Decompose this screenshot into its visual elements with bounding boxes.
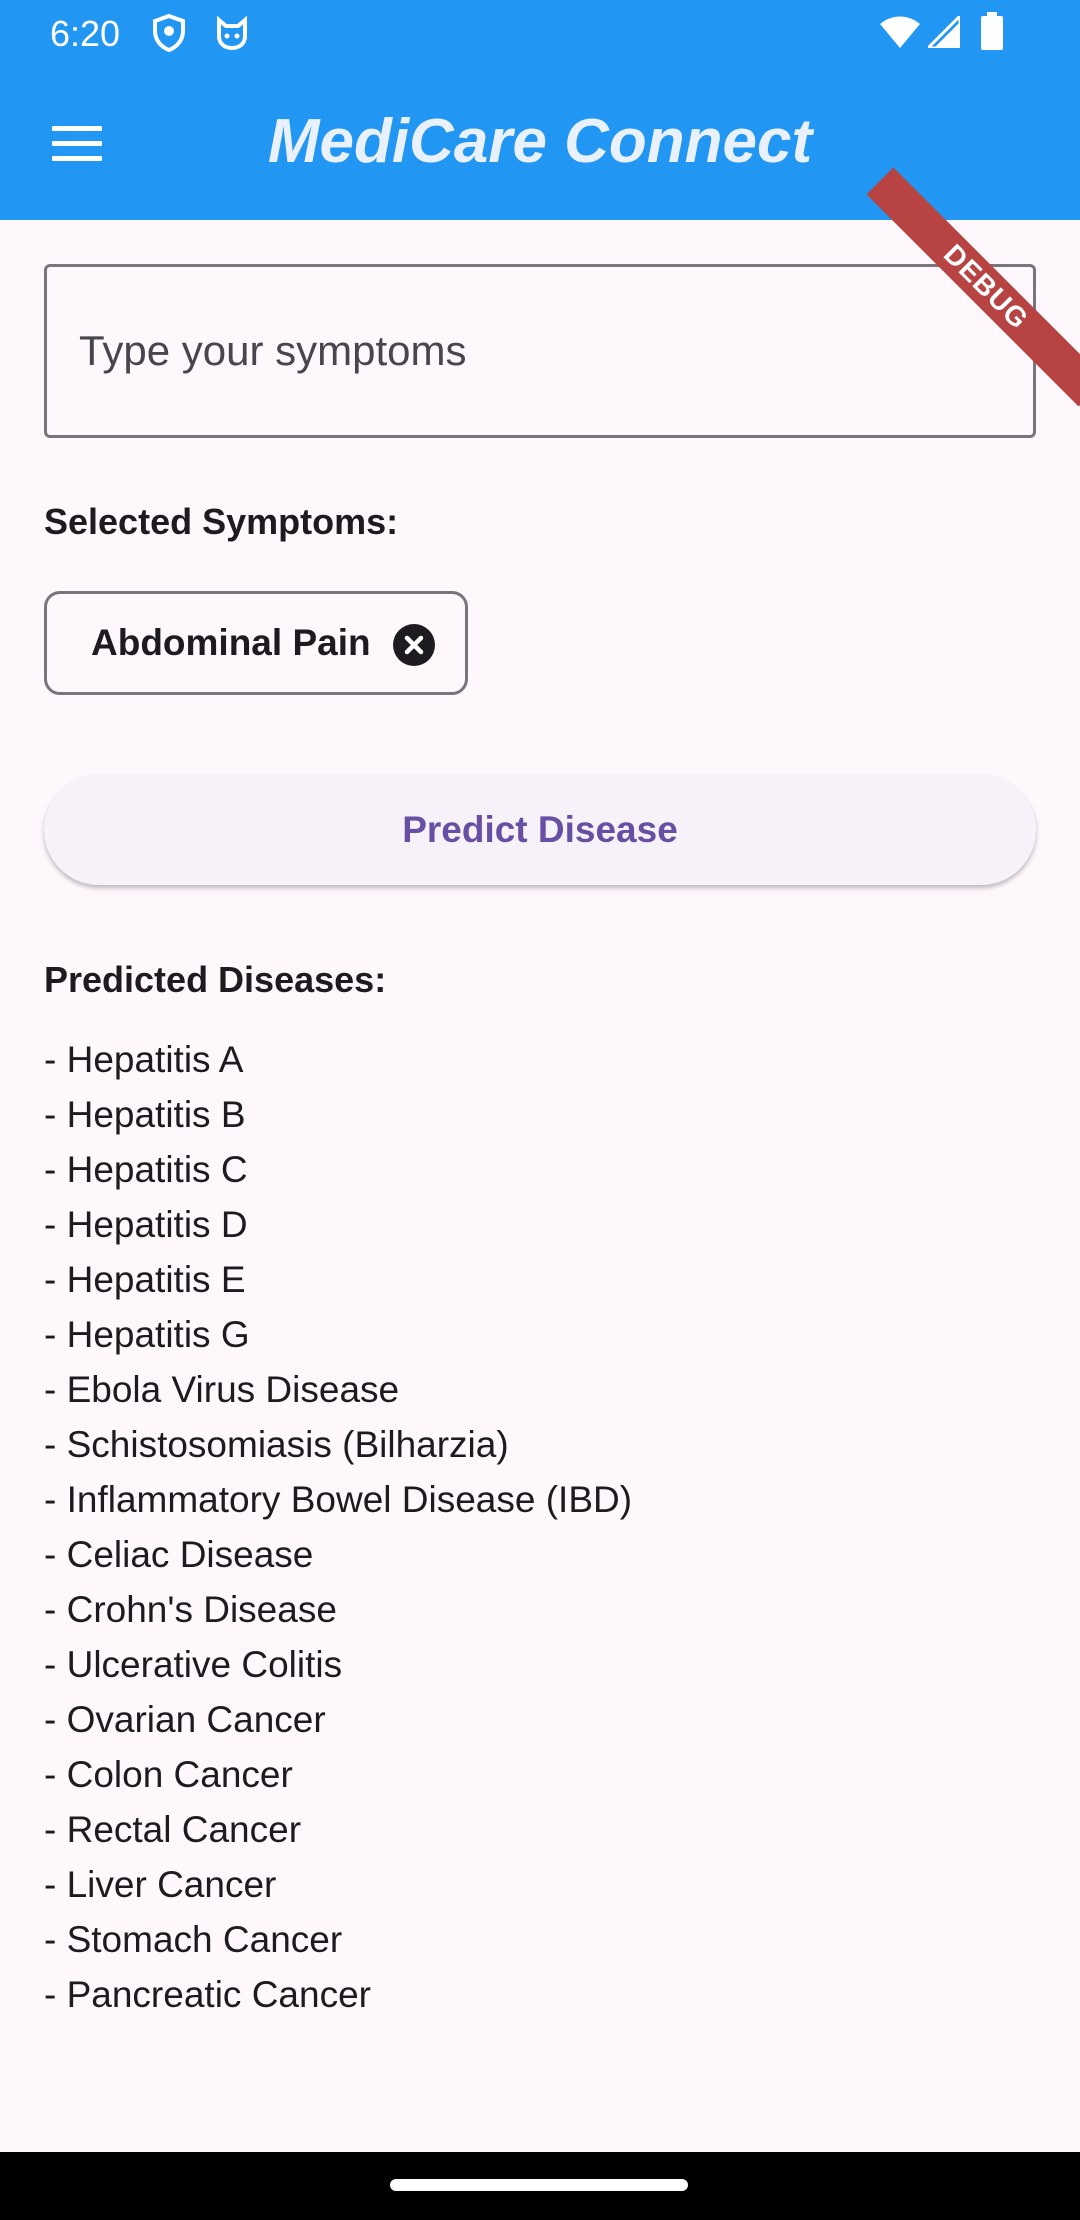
- symptom-chip: Abdominal Pain: [44, 591, 468, 695]
- list-item: - Hepatitis D: [44, 1204, 248, 1245]
- list-item: - Hepatitis C: [44, 1149, 248, 1190]
- list-item: - Hepatitis G: [44, 1314, 250, 1355]
- list-item: - Ovarian Cancer: [44, 1699, 326, 1740]
- wifi-icon: [880, 16, 920, 48]
- list-item: - Inflammatory Bowel Disease (IBD): [44, 1479, 633, 1520]
- predict-disease-button[interactable]: Predict Disease: [44, 775, 1036, 885]
- app-title: MediCare Connect: [267, 107, 813, 176]
- list-item: - Hepatitis B: [44, 1094, 246, 1135]
- list-item: - Crohn's Disease: [44, 1589, 337, 1630]
- list-item: - Rectal Cancer: [44, 1809, 302, 1850]
- symptom-input[interactable]: [44, 264, 1036, 438]
- close-circle-icon[interactable]: [393, 624, 435, 666]
- list-item: - Hepatitis E: [44, 1259, 246, 1300]
- signal-icon: [928, 16, 960, 48]
- predicted-diseases-label: Predicted Diseases:: [44, 959, 387, 1000]
- list-item: - Stomach Cancer: [44, 1919, 343, 1960]
- list-item: - Schistosomiasis (Bilharzia): [44, 1424, 509, 1465]
- shield-icon: [153, 14, 185, 52]
- battery-icon: [981, 12, 1003, 50]
- selected-symptoms-label: Selected Symptoms:: [44, 501, 399, 542]
- list-item: - Hepatitis A: [44, 1039, 244, 1080]
- app-bar: 6:20 MediCare Connect: [0, 0, 1080, 220]
- disease-list: - Hepatitis A - Hepatitis B - Hepatitis …: [44, 1032, 632, 2022]
- chip-label: Abdominal Pain: [91, 622, 371, 663]
- list-item: - Liver Cancer: [44, 1864, 277, 1905]
- cat-icon: [217, 16, 247, 50]
- list-item: - Ulcerative Colitis: [44, 1644, 343, 1685]
- status-time: 6:20: [50, 13, 121, 54]
- list-item: - Ebola Virus Disease: [44, 1369, 400, 1410]
- list-item: - Pancreatic Cancer: [44, 1974, 371, 2015]
- list-item: - Colon Cancer: [44, 1754, 293, 1795]
- home-gesture-handle[interactable]: [390, 2179, 688, 2191]
- list-item: - Celiac Disease: [44, 1534, 314, 1575]
